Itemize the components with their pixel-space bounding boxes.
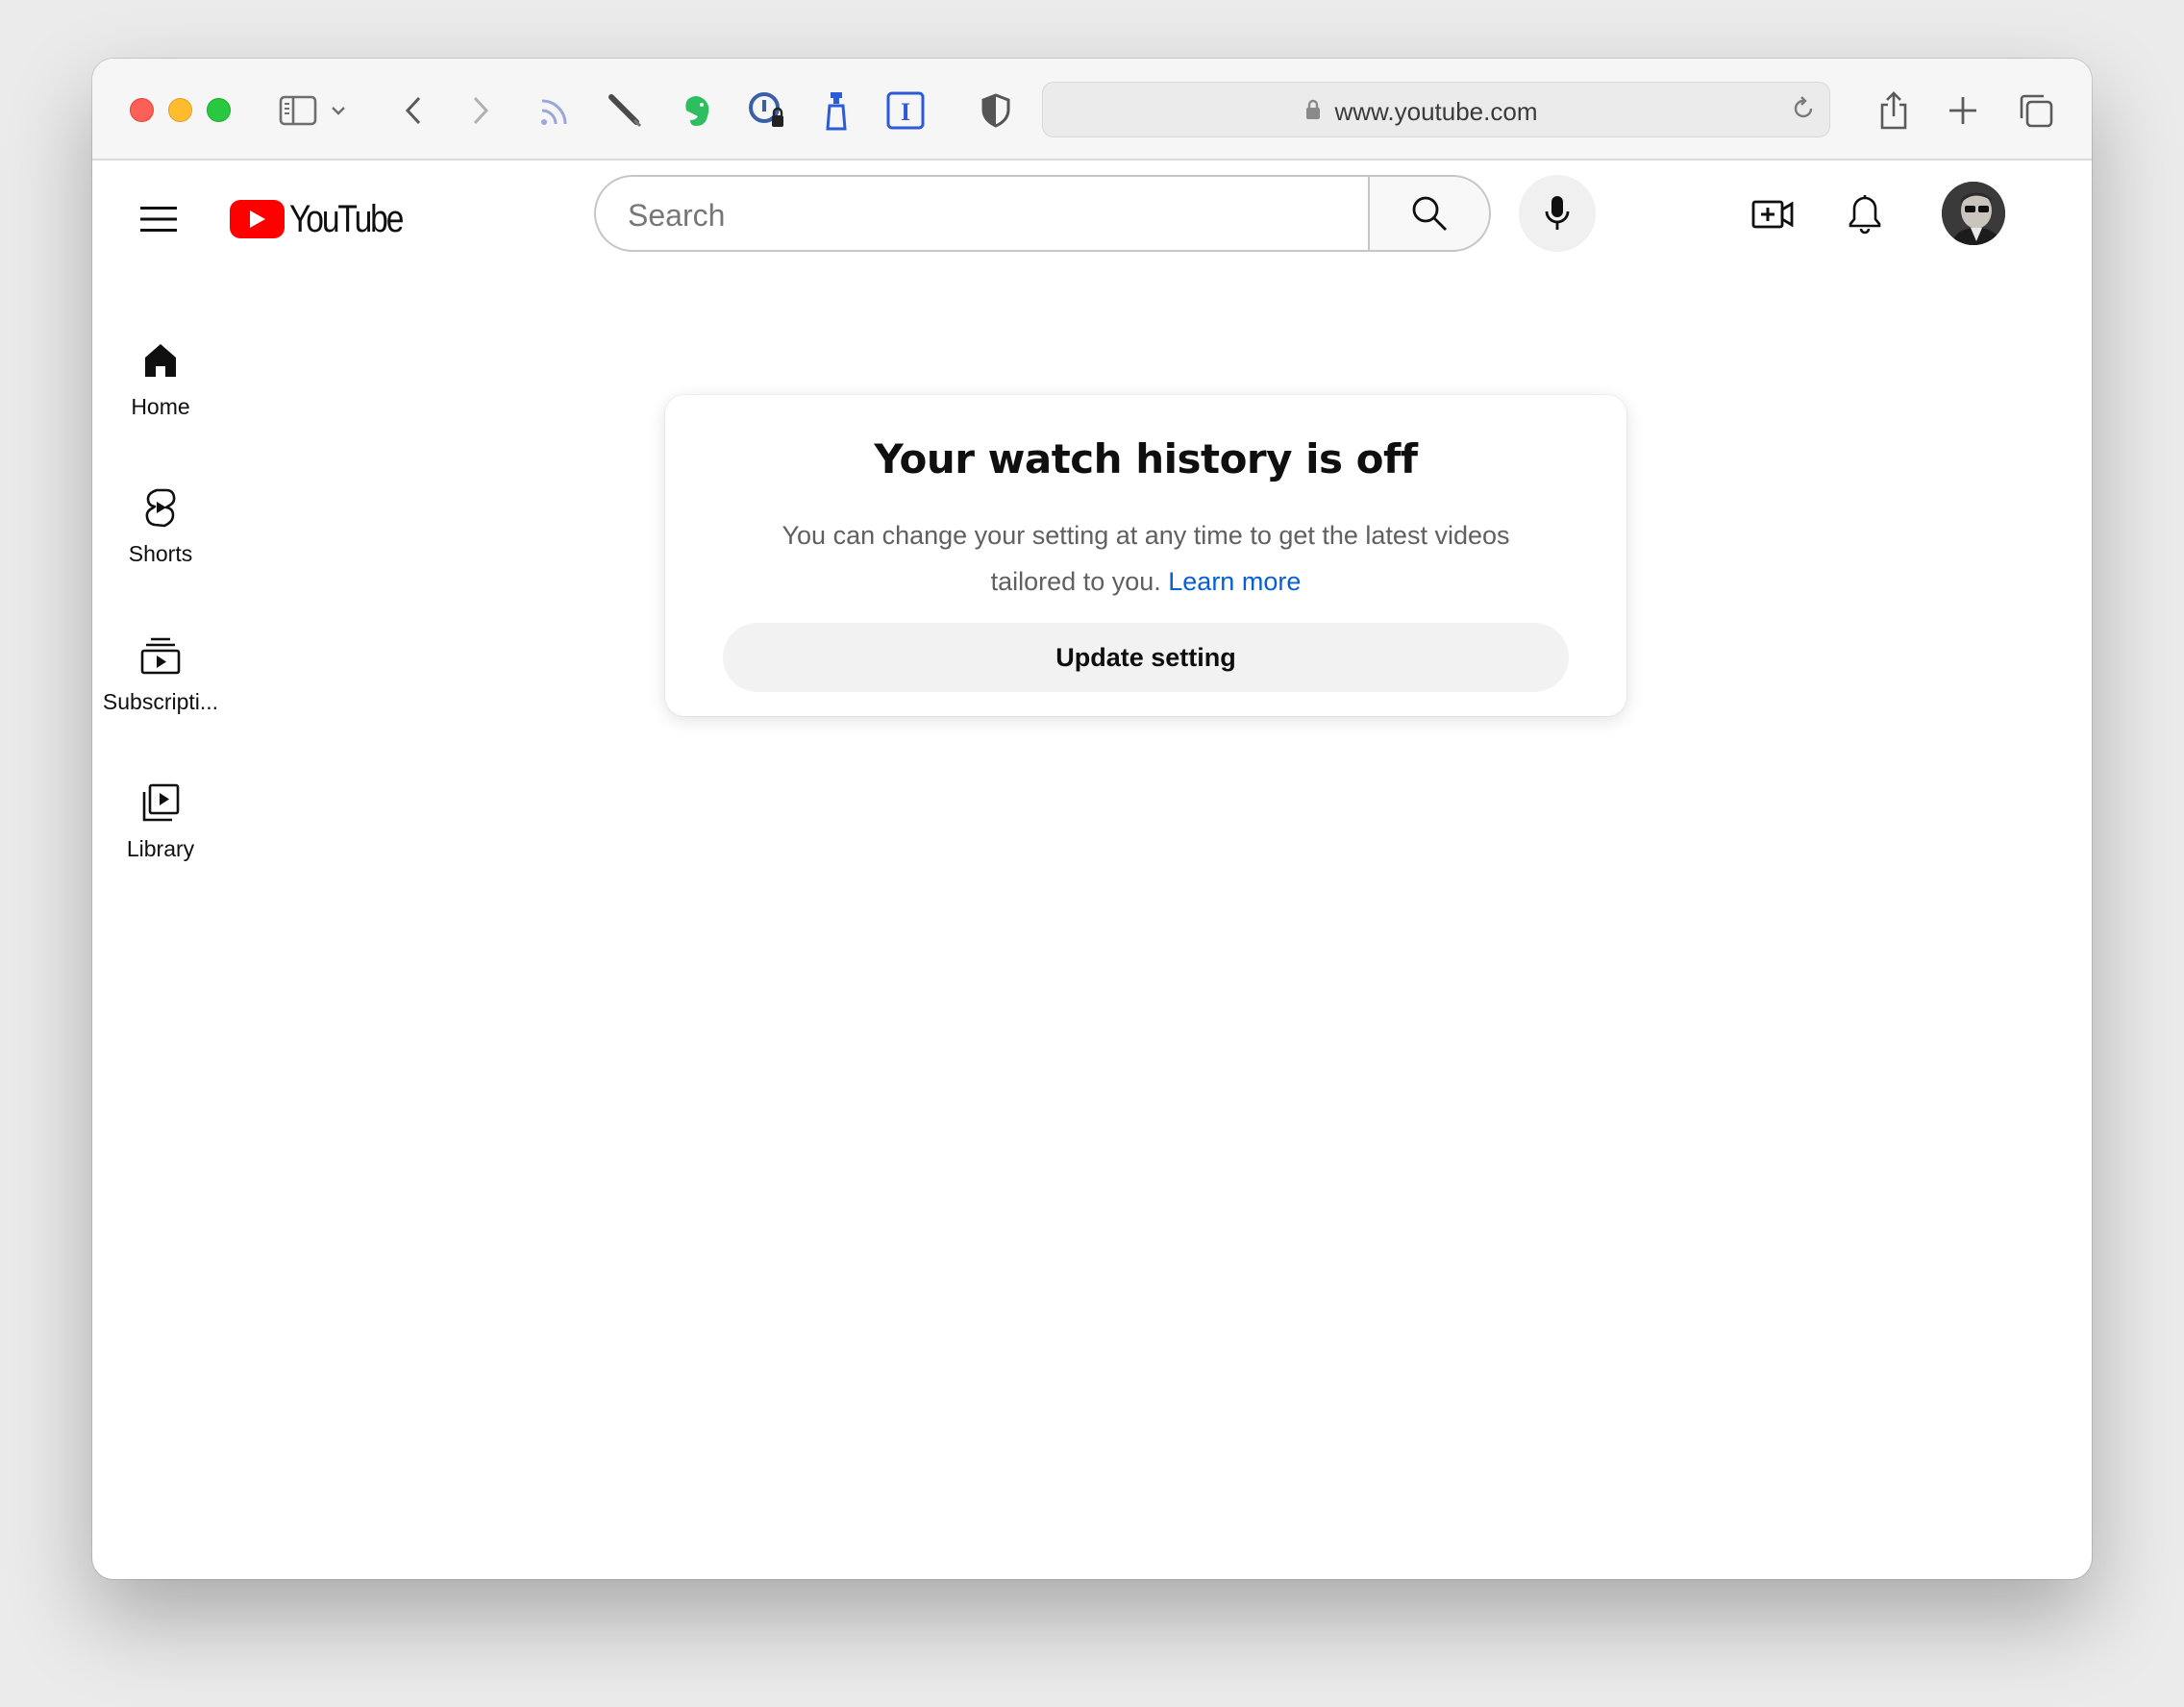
watch-history-off-card: Your watch history is off You can change… [665, 395, 1626, 716]
instapaper-icon[interactable]: I [882, 87, 929, 134]
card-title: Your watch history is off [874, 435, 1418, 482]
address-bar[interactable]: www.youtube.com [1042, 82, 1830, 137]
zoom-window-button[interactable] [207, 98, 231, 122]
reload-icon[interactable] [1789, 94, 1818, 123]
browser-window: I www.youtube.com YouTube Search Home Sh… [92, 59, 2092, 1579]
close-window-button[interactable] [130, 98, 154, 122]
spray-bottle-icon[interactable] [813, 87, 859, 134]
account-avatar[interactable] [1942, 182, 2005, 245]
guide-item-label: Library [126, 836, 195, 861]
password-manager-icon[interactable] [744, 87, 790, 134]
create-button[interactable] [1746, 187, 1799, 241]
search-button[interactable] [1368, 175, 1491, 252]
pen-icon[interactable] [602, 87, 648, 134]
guide-menu-button[interactable] [133, 193, 185, 245]
back-icon[interactable] [390, 87, 436, 134]
description-line-1: You can change your setting at any time … [782, 521, 1510, 550]
guide-item-subscriptions[interactable]: Subscripti... [92, 611, 229, 755]
sidebar-icon[interactable] [275, 87, 321, 134]
library-icon [137, 779, 184, 826]
bell-icon [1849, 195, 1881, 235]
subscriptions-icon [137, 632, 184, 679]
chevron-down-icon[interactable] [325, 87, 352, 134]
evernote-icon[interactable] [673, 87, 719, 134]
guide-item-label: Shorts [128, 541, 193, 566]
url-text: www.youtube.com [1334, 97, 1538, 126]
forward-icon[interactable] [458, 87, 504, 134]
tab-overview-icon[interactable] [2013, 87, 2059, 134]
share-icon[interactable] [1871, 87, 1917, 134]
guide-item-shorts[interactable]: Shorts [92, 463, 229, 607]
learn-more-link[interactable]: Learn more [1168, 567, 1301, 596]
update-setting-button[interactable]: Update setting [723, 623, 1569, 692]
shorts-icon [137, 484, 184, 531]
search-placeholder: Search [628, 198, 726, 233]
guide-item-home[interactable]: Home [92, 316, 229, 460]
minimize-window-button[interactable] [168, 98, 192, 122]
avatar-image [1942, 182, 2005, 245]
youtube-wordmark: YouTube [289, 197, 404, 240]
search-icon [1412, 196, 1447, 231]
search-input[interactable]: Search [594, 175, 1370, 252]
card-description: You can change your setting at any time … [742, 512, 1550, 605]
microphone-icon [1545, 196, 1570, 230]
guide-item-label: Subscripti... [102, 689, 219, 714]
youtube-logo[interactable]: YouTube [230, 190, 424, 248]
description-line-2: tailored to you. [990, 567, 1161, 596]
voice-search-button[interactable] [1519, 175, 1596, 252]
new-tab-icon[interactable] [1940, 87, 1986, 134]
rss-icon[interactable] [533, 87, 579, 134]
browser-toolbar: I www.youtube.com [92, 59, 2092, 161]
home-icon [137, 337, 184, 383]
notifications-button[interactable] [1838, 187, 1892, 241]
svg-text:I: I [901, 98, 910, 126]
hamburger-icon [140, 207, 177, 232]
video-create-icon [1751, 200, 1794, 229]
shield-icon[interactable] [973, 87, 1019, 134]
guide-item-label: Home [131, 394, 190, 419]
guide-item-library[interactable]: Library [92, 758, 229, 903]
youtube-play-icon [230, 200, 285, 238]
